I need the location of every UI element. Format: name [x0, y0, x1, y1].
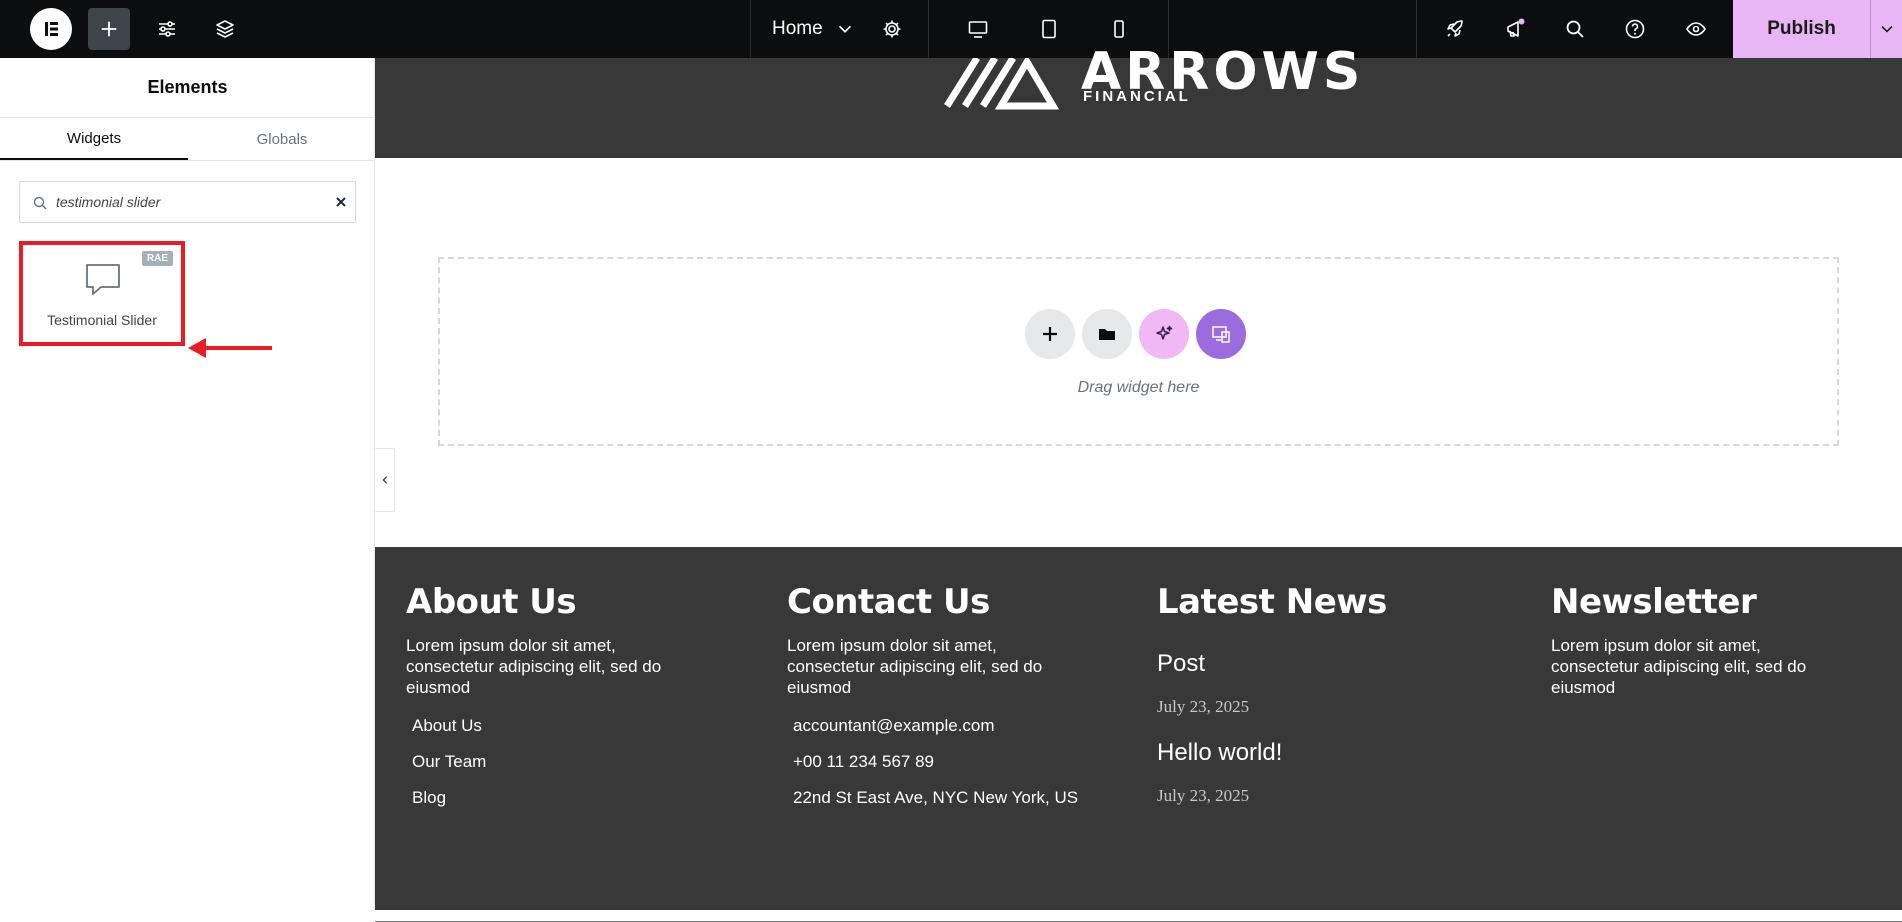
- footer-description: Lorem ipsum dolor sit amet, consectetur …: [787, 636, 1043, 697]
- add-icon: [101, 21, 117, 37]
- widget-label: Testimonial Slider: [47, 312, 157, 328]
- add-element-button[interactable]: [88, 8, 130, 50]
- divider: [0, 160, 375, 161]
- site-footer: About Us Lorem ipsum dolor sit amet, con…: [375, 547, 1902, 922]
- tablet-view-button[interactable]: [1028, 8, 1070, 50]
- annotation-arrow-icon: [188, 338, 272, 358]
- footer-phone[interactable]: +00 11 234 567 89: [793, 752, 934, 772]
- divider: [1416, 0, 1417, 58]
- footer-description: Lorem ipsum dolor sit amet, consectetur …: [1551, 636, 1807, 697]
- site-logo: ARROWS FINANCIAL: [943, 42, 1360, 118]
- megaphone-icon: [1507, 18, 1525, 37]
- brand-subtitle: FINANCIAL: [1083, 88, 1191, 105]
- add-section-icon: [1043, 327, 1057, 341]
- help-button[interactable]: [1614, 8, 1656, 50]
- footer-heading: Newsletter: [1551, 582, 1757, 622]
- help-icon: [1625, 19, 1645, 39]
- publish-options-button[interactable]: [1870, 0, 1902, 58]
- footer-heading: About Us: [406, 582, 577, 622]
- speech-bubble-icon: [86, 264, 120, 295]
- footer-address: 22nd St East Ave, NYC New York, US: [793, 788, 1079, 807]
- footer-link[interactable]: About Us: [412, 716, 482, 736]
- close-icon: [336, 197, 346, 207]
- structure-button[interactable]: [204, 8, 246, 50]
- gear-icon: [883, 20, 901, 38]
- footer-heading: Contact Us: [787, 582, 990, 622]
- elementor-logo-icon[interactable]: [30, 8, 72, 50]
- rocket-icon: [1447, 20, 1463, 37]
- site-header: ARROWS FINANCIAL: [375, 42, 1902, 158]
- site-settings-button[interactable]: [146, 8, 188, 50]
- sliders-icon: [159, 21, 175, 37]
- top-bar: Home Publish: [0, 0, 1902, 58]
- editor-canvas: ARROWS FINANCIAL Drag widget here About …: [375, 42, 1902, 922]
- search-icon: [33, 196, 47, 210]
- publish-button[interactable]: Publish: [1733, 0, 1870, 58]
- page-settings-button[interactable]: [871, 8, 913, 50]
- news-post-date: July 23, 2025: [1157, 786, 1250, 805]
- responsive-icon: [1212, 326, 1230, 343]
- clear-search-button[interactable]: [332, 193, 350, 211]
- page-selector-label: Home: [772, 18, 823, 39]
- desktop-view-button[interactable]: [957, 8, 999, 50]
- search-input[interactable]: [56, 190, 306, 214]
- preview-button[interactable]: [1675, 8, 1717, 50]
- footer-link[interactable]: Our Team: [412, 752, 486, 772]
- tablet-icon: [1042, 19, 1056, 39]
- widget-badge: RAE: [141, 251, 173, 266]
- divider: [750, 0, 751, 58]
- tab-globals[interactable]: Globals: [188, 118, 376, 161]
- widget-testimonial-slider[interactable]: RAE Testimonial Slider: [19, 241, 185, 346]
- add-template-button[interactable]: [1082, 309, 1132, 359]
- footer-description: Lorem ipsum dolor sit amet, consectetur …: [406, 636, 662, 697]
- elements-panel: Elements Widgets Globals RAE Testimonial…: [0, 58, 375, 910]
- mobile-icon: [1114, 20, 1124, 38]
- news-post-title[interactable]: Hello world!: [1157, 739, 1282, 767]
- news-post-date: July 23, 2025: [1157, 697, 1250, 716]
- ai-sparkle-icon: [1156, 325, 1173, 340]
- eye-icon: [1686, 22, 1706, 36]
- add-section-button[interactable]: [1025, 309, 1075, 359]
- whats-new-button[interactable]: [1494, 8, 1536, 50]
- news-post-title[interactable]: Post: [1157, 650, 1205, 678]
- responsive-library-button[interactable]: [1196, 309, 1246, 359]
- collapse-panel-button[interactable]: [375, 448, 395, 512]
- finder-button[interactable]: [1554, 8, 1596, 50]
- page-selector[interactable]: Home: [772, 0, 855, 58]
- footer-heading: Latest News: [1157, 582, 1387, 622]
- widget-search: [19, 181, 356, 223]
- launchpad-button[interactable]: [1434, 8, 1476, 50]
- ai-builder-button[interactable]: [1139, 309, 1189, 359]
- drop-zone[interactable]: Drag widget here: [438, 257, 1839, 446]
- divider: [928, 0, 929, 58]
- layers-icon: [216, 20, 234, 38]
- footer-email[interactable]: accountant@example.com: [793, 716, 995, 736]
- panel-title: Elements: [0, 58, 375, 118]
- chevron-left-icon: [381, 476, 387, 484]
- search-icon: [1566, 20, 1584, 38]
- tab-widgets[interactable]: Widgets: [0, 118, 188, 161]
- desktop-icon: [968, 21, 988, 38]
- chevron-down-icon: [1881, 26, 1892, 33]
- template-folder-icon: [1099, 329, 1115, 340]
- chevron-down-icon: [838, 25, 851, 33]
- logo-mark-icon: [944, 58, 1060, 110]
- footer-link[interactable]: Blog: [412, 788, 446, 808]
- drop-zone-label: Drag widget here: [1077, 379, 1200, 396]
